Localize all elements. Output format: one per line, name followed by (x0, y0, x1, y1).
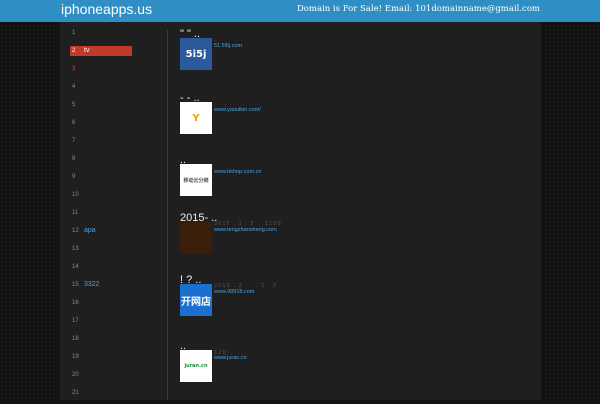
post-item: .. juran.cn 12亿 , . , www.juran.cn (180, 340, 530, 404)
sidebar-item-12[interactable]: 12 apa (70, 226, 132, 236)
thumbnail-logo-text: 5i5j (185, 48, 207, 60)
top-bar: iphoneapps.us Domain is For Sale! Email:… (0, 0, 600, 22)
post-item: .. 移动云分销 www.bkhop.com.cn (180, 154, 530, 218)
sidebar-item-number: 6 (72, 120, 76, 126)
sidebar-item-label[interactable]: apa (84, 227, 96, 234)
sidebar-item-number: 14 (72, 264, 79, 270)
sidebar-item-number: 3 (72, 66, 76, 72)
post-link[interactable]: 51.5i5j.com (214, 43, 242, 49)
sidebar-item-21[interactable]: 21 (70, 388, 132, 398)
sidebar-item-label[interactable]: tv (84, 47, 89, 54)
sidebar-item-number: 17 (72, 318, 79, 324)
sidebar-item-8[interactable]: 8 (70, 154, 132, 164)
sidebar-item-number: 1 (72, 30, 76, 36)
post-thumbnail[interactable]: 5i5j (180, 38, 212, 70)
sidebar-item-19[interactable]: 19 (70, 352, 132, 362)
post-thumbnail[interactable]: juran.cn (180, 350, 212, 382)
sidebar-item-2[interactable]: 2 tv (70, 46, 132, 56)
sidebar-item-16[interactable]: 16 (70, 298, 132, 308)
sidebar-item-label[interactable]: 3322 (84, 281, 100, 288)
sidebar-item-number: 15 (72, 282, 79, 288)
sidebar-item-number: 7 (72, 138, 76, 144)
sidebar-item-number: 11 (72, 210, 79, 216)
post-link[interactable]: www.juran.cn (214, 355, 247, 361)
sidebar-item-17[interactable]: 17 (70, 316, 132, 326)
sidebar-item-number: 10 (72, 192, 79, 198)
sidebar-item-18[interactable]: 18 (70, 334, 132, 344)
post-link[interactable]: www.bkhop.com.cn (214, 169, 261, 175)
sidebar-item-number: 21 (72, 390, 79, 396)
sidebar-item-number: 9 (72, 174, 76, 180)
post-item: - - .. Y, . , . www.yaoulkin.com/ (180, 92, 530, 156)
sidebar-item-number: 16 (72, 300, 79, 306)
sidebar-item-5[interactable]: 5 (70, 100, 132, 110)
sidebar-item-number: 18 (72, 336, 79, 342)
sidebar-item-number: 19 (72, 354, 79, 360)
sidebar-item-11[interactable]: 11 (70, 208, 132, 218)
sidebar-item-20[interactable]: 20 (70, 370, 132, 380)
thumbnail-logo-text: Y (192, 112, 200, 124)
post-link[interactable]: www.98918.com (214, 289, 254, 295)
sidebar-item-1[interactable]: 1 (70, 28, 132, 38)
sidebar-item-9[interactable]: 9 (70, 172, 132, 182)
sidebar-item-number: 8 (72, 156, 76, 162)
site-title[interactable]: iphoneapps.us (61, 1, 152, 17)
sidebar-item-number: 5 (72, 102, 76, 108)
sidebar-item-10[interactable]: 10 (70, 190, 132, 200)
sidebar-item-number: 13 (72, 246, 79, 252)
sidebar-item-4[interactable]: 4 (70, 82, 132, 92)
post-item: " " .. 5i5j, . 51.5i5j.com (180, 28, 530, 92)
sidebar-divider (167, 30, 168, 400)
post-item: 2015- .. 2015 . 1 . 5 . .1100 www.tengzhao… (180, 212, 530, 276)
post-thumbnail[interactable] (180, 222, 212, 254)
thumbnail-logo-text: 开网店 (181, 296, 211, 308)
post-thumbnail[interactable]: 移动云分销 (180, 164, 212, 196)
post-thumbnail[interactable]: Y (180, 102, 212, 134)
sidebar-item-number: 2 (72, 48, 76, 54)
sidebar-item-14[interactable]: 14 (70, 262, 132, 272)
post-item: ! ? .. 开网店 2015 . 2 . . . 3 . 3 www.98918.c… (180, 274, 530, 338)
sidebar-item-15[interactable]: 15 3322 (70, 280, 132, 290)
sidebar-item-number: 12 (72, 228, 79, 234)
post-thumbnail[interactable]: 开网店 (180, 284, 212, 316)
post-link[interactable]: www.yaoulkin.com/ (214, 107, 261, 113)
sidebar-item-13[interactable]: 13 (70, 244, 132, 254)
thumbnail-logo-text: juran.cn (184, 363, 208, 369)
sidebar-item-3[interactable]: 3 (70, 64, 132, 74)
sidebar-item-number: 4 (72, 84, 76, 90)
sidebar-item-7[interactable]: 7 (70, 136, 132, 146)
main-container: 1 2 tv 3 4 5 6 7 8 9 10 11 12 apa 13 14 15 3322 16 17 18 19 20… (60, 22, 541, 400)
domain-sale-text: Domain is For Sale! Email: 101domainname… (296, 4, 540, 14)
post-link[interactable]: www.tengzhaosheng.com (214, 227, 277, 233)
thumbnail-logo-text: 移动云分销 (183, 177, 209, 184)
sidebar-item-6[interactable]: 6 (70, 118, 132, 128)
sidebar-item-number: 20 (72, 372, 79, 378)
